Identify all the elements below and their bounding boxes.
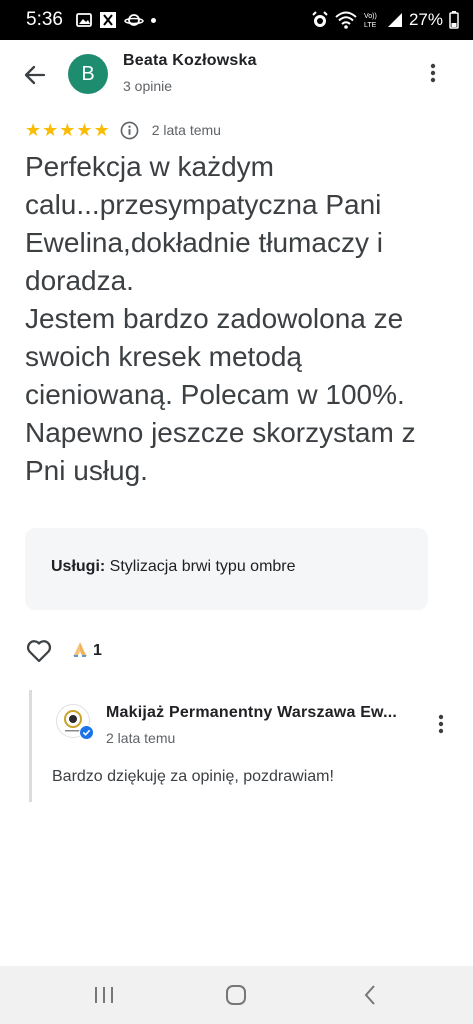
owner-reply: Makijaż Permanentny Warszawa Ew... 2 lat… bbox=[29, 690, 459, 802]
star-rating: ★ ★ ★ ★ ★ bbox=[25, 121, 110, 139]
signal-icon bbox=[387, 12, 403, 28]
gallery-notification-icon bbox=[76, 12, 92, 28]
svg-text:LTE: LTE bbox=[364, 22, 377, 29]
author-review-count: 3 opinie bbox=[123, 78, 173, 94]
home-button[interactable] bbox=[222, 982, 250, 1008]
back-button[interactable] bbox=[20, 60, 50, 90]
more-notifications-dot-icon bbox=[150, 17, 156, 23]
battery-percent: 27% bbox=[408, 10, 443, 29]
app-notification-icon bbox=[99, 11, 117, 29]
home-icon bbox=[226, 985, 246, 1005]
chevron-left-icon bbox=[364, 985, 375, 1005]
arrow-back-icon bbox=[24, 65, 46, 85]
wifi-icon bbox=[335, 11, 357, 29]
review-text-paragraph: Perfekcja w każdym calu...przesympatyczn… bbox=[25, 151, 383, 296]
reaction-count: 1 bbox=[93, 642, 102, 659]
services-box: Usługi: Stylizacja brwi typu ombre bbox=[25, 528, 428, 610]
more-vert-icon bbox=[438, 714, 444, 734]
author-name[interactable]: Beata Kozłowska bbox=[123, 52, 257, 70]
more-options-button[interactable] bbox=[420, 60, 446, 86]
star-icon: ★ bbox=[25, 120, 42, 140]
recent-apps-button[interactable] bbox=[90, 982, 118, 1008]
planet-notification-icon bbox=[124, 12, 144, 28]
status-time: 5:36 bbox=[26, 9, 63, 30]
owner-reply-more-button[interactable] bbox=[429, 712, 453, 736]
svg-text:Vo)): Vo)) bbox=[364, 13, 377, 20]
review-text: Perfekcja w każdym calu...przesympatyczn… bbox=[25, 148, 455, 490]
heart-outline-icon bbox=[26, 640, 52, 663]
owner-reply-text: Bardzo dziękuję za opinię, pozdrawiam! bbox=[52, 768, 334, 785]
reaction-summary[interactable]: 1 bbox=[71, 640, 102, 663]
review-header: B Beata Kozłowska 3 opinie bbox=[0, 40, 473, 108]
review-detail-sheet: B Beata Kozłowska 3 opinie ★ ★ ★ ★ ★ 2 l… bbox=[0, 40, 473, 966]
services-value: Stylizacja brwi typu ombre bbox=[109, 558, 296, 575]
rating-row: ★ ★ ★ ★ ★ 2 lata temu bbox=[25, 118, 221, 142]
services-label: Usługi: bbox=[51, 558, 106, 575]
info-icon[interactable] bbox=[120, 120, 140, 140]
like-button[interactable] bbox=[25, 637, 53, 665]
star-icon: ★ bbox=[76, 120, 93, 140]
owner-reply-date: 2 lata temu bbox=[106, 730, 176, 746]
alarm-icon bbox=[311, 11, 329, 29]
verified-badge-icon bbox=[79, 725, 94, 740]
system-back-button[interactable] bbox=[356, 982, 384, 1008]
review-text-paragraph: Jestem bardzo zadowolona ze swoich krese… bbox=[25, 303, 416, 486]
volte-icon: Vo)) LTE bbox=[363, 10, 381, 30]
system-navigation-bar bbox=[0, 966, 473, 1024]
star-icon: ★ bbox=[59, 120, 76, 140]
star-icon: ★ bbox=[93, 120, 110, 140]
review-actions: 1 bbox=[25, 636, 102, 666]
review-date: 2 lata temu bbox=[151, 122, 221, 138]
author-avatar[interactable]: B bbox=[68, 54, 108, 94]
more-vert-icon bbox=[430, 63, 436, 83]
battery-icon bbox=[449, 11, 459, 29]
status-bar: 5:36 Vo)) LTE 27% bbox=[0, 0, 473, 40]
star-icon: ★ bbox=[42, 120, 59, 140]
folded-hands-icon bbox=[71, 640, 89, 663]
owner-name[interactable]: Makijaż Permanentny Warszawa Ew... bbox=[106, 704, 397, 722]
recent-apps-icon bbox=[95, 987, 113, 1003]
